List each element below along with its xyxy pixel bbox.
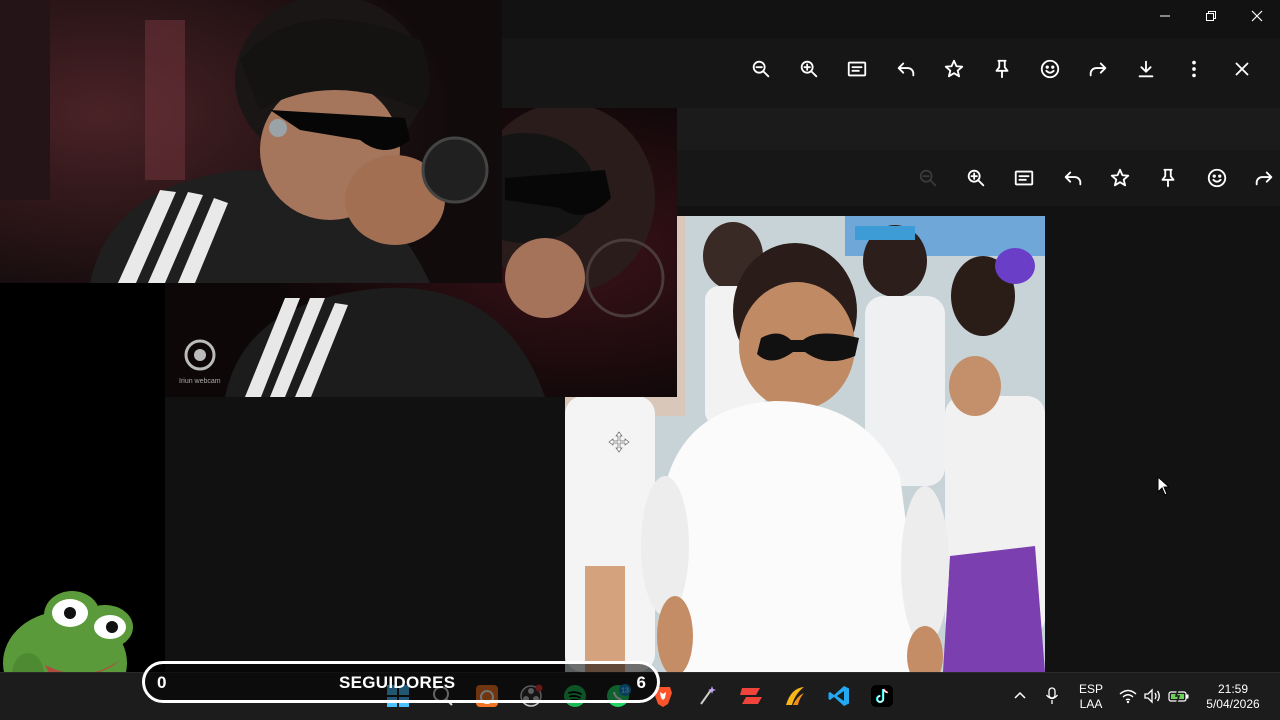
forward-icon[interactable] [1248, 162, 1280, 194]
minimize-icon[interactable] [1142, 0, 1188, 32]
webcam-watermark: Iriun webcam [179, 378, 221, 385]
webcam-feed-main [0, 0, 502, 283]
volume-icon[interactable] [1140, 681, 1164, 711]
caption-icon[interactable] [841, 53, 873, 85]
title-bar [502, 0, 1280, 38]
followers-goal: 6 [636, 673, 646, 692]
viewer-toolbar [502, 38, 1280, 108]
secondary-viewer-toolbar [676, 150, 1280, 206]
emoji-icon[interactable] [1201, 162, 1233, 194]
download-icon[interactable] [1130, 53, 1162, 85]
tray-overflow-icon[interactable] [1006, 681, 1034, 711]
move-cursor-icon [608, 431, 630, 453]
clock[interactable]: 21:59 5/04/2026 [1196, 682, 1270, 712]
mouse-cursor-icon [1157, 476, 1171, 496]
anydesk-icon[interactable] [736, 681, 766, 711]
wand-app-icon[interactable] [692, 681, 722, 711]
emoji-icon[interactable] [1034, 53, 1066, 85]
clock-time: 21:59 [1217, 682, 1249, 696]
restore-icon[interactable] [1188, 0, 1234, 32]
gold-app-icon[interactable] [780, 681, 810, 711]
language-code: ESP [1078, 682, 1103, 696]
window-close-icon[interactable] [1234, 0, 1280, 32]
forward-icon[interactable] [1082, 53, 1114, 85]
zoom-out-icon [912, 162, 944, 194]
reply-icon[interactable] [1057, 162, 1089, 194]
tiktok-icon[interactable] [867, 681, 897, 711]
viewer-header-strip [676, 108, 1280, 150]
zoom-in-icon[interactable] [793, 53, 825, 85]
caption-icon[interactable] [1008, 162, 1040, 194]
pin-icon[interactable] [1152, 162, 1184, 194]
language-indicator[interactable]: ESP LAA [1074, 682, 1108, 712]
wifi-icon[interactable] [1116, 681, 1140, 711]
battery-charging-icon[interactable] [1166, 681, 1192, 711]
pin-icon[interactable] [986, 53, 1018, 85]
followers-goal-bar: 0 SEGUIDORES 6 [142, 661, 660, 703]
microphone-icon[interactable] [1040, 681, 1064, 711]
star-icon[interactable] [938, 53, 970, 85]
clock-date: 5/04/2026 [1206, 697, 1260, 711]
zoom-in-icon[interactable] [960, 162, 992, 194]
followers-count: 0 [157, 673, 167, 692]
star-icon[interactable] [1104, 162, 1136, 194]
more-icon[interactable] [1178, 53, 1210, 85]
close-icon[interactable] [1226, 53, 1258, 85]
screen: Iriun webcam ESP LAA 21:59 5/04/2026 0 S… [0, 0, 1280, 720]
followers-label: SEGUIDORES [339, 673, 456, 692]
vscode-icon[interactable] [824, 681, 854, 711]
zoom-out-icon[interactable] [745, 53, 777, 85]
reply-icon[interactable] [890, 53, 922, 85]
background-panel [165, 397, 565, 672]
keyboard-layout: LAA [1079, 697, 1103, 711]
